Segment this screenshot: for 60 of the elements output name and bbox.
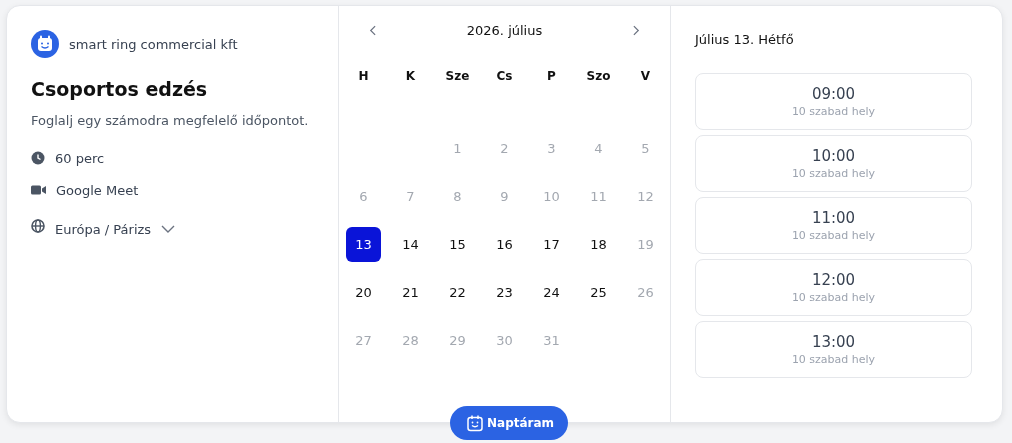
detail-text: 60 perc xyxy=(55,150,105,166)
time-slot[interactable]: 11:00 10 szabad hely xyxy=(695,197,972,254)
chevron-right-icon xyxy=(633,24,640,36)
my-calendar-button[interactable]: Naptáram xyxy=(450,406,569,440)
day-button: 27 xyxy=(346,322,381,358)
event-title: Csoportos edzés xyxy=(31,78,209,100)
selected-date: Július 13. Hétfő xyxy=(695,32,795,47)
month-title: 2026. július xyxy=(466,22,543,38)
day-button[interactable]: 17 xyxy=(534,226,569,262)
day-button: 10 xyxy=(534,178,569,214)
day-button: 6 xyxy=(346,178,381,214)
day-button[interactable]: 23 xyxy=(487,274,522,310)
day-button: 5 xyxy=(628,130,663,166)
time-slot[interactable]: 10:00 10 szabad hely xyxy=(695,135,972,192)
day-button: 3 xyxy=(534,130,569,166)
calendar-face-icon xyxy=(466,414,484,432)
day-button: 29 xyxy=(440,322,475,358)
video-camera-icon xyxy=(31,185,46,195)
day-button[interactable]: 13 xyxy=(346,226,381,262)
calendar-face-logo-icon xyxy=(31,30,59,58)
chevron-down-icon xyxy=(161,225,176,233)
day-button: 30 xyxy=(487,322,522,358)
day-button: 9 xyxy=(487,178,522,214)
day-button[interactable]: 14 xyxy=(393,226,428,262)
clock-icon xyxy=(31,151,45,165)
day-button[interactable]: 22 xyxy=(440,274,475,310)
detail-text: Google Meet xyxy=(56,182,139,198)
day-button[interactable]: 20 xyxy=(346,274,381,310)
chevron-left-icon xyxy=(369,24,376,36)
weekday-label: K xyxy=(405,69,416,83)
day-button[interactable]: 21 xyxy=(393,274,428,310)
time-slot[interactable]: 12:00 10 szabad hely xyxy=(695,259,972,316)
day-button[interactable]: 18 xyxy=(581,226,616,262)
day-button[interactable]: 25 xyxy=(581,274,616,310)
day-button: 31 xyxy=(534,322,569,358)
day-button: 1 xyxy=(440,130,475,166)
day-button: 11 xyxy=(581,178,616,214)
timezone-select[interactable]: Európa / Párizs xyxy=(55,221,176,237)
weekday-label: Szo xyxy=(586,69,611,83)
weekday-label: Cs xyxy=(496,69,513,83)
weekday-label: H xyxy=(358,69,369,83)
day-button[interactable]: 16 xyxy=(487,226,522,262)
day-button[interactable]: 24 xyxy=(534,274,569,310)
time-slot[interactable]: 13:00 10 szabad hely xyxy=(695,321,972,378)
time-slot[interactable]: 09:00 10 szabad hely xyxy=(695,73,972,130)
day-button: 7 xyxy=(393,178,428,214)
day-button[interactable]: 15 xyxy=(440,226,475,262)
event-description: Foglalj egy számodra megfelelő időpontot. xyxy=(31,113,310,128)
globe-icon xyxy=(31,219,45,233)
day-button: 19 xyxy=(628,226,663,262)
weekday-label: P xyxy=(547,69,556,83)
day-button: 4 xyxy=(581,130,616,166)
day-button: 26 xyxy=(628,274,663,310)
organizer-name: smart ring commercial kft xyxy=(69,36,238,52)
day-button: 28 xyxy=(393,322,428,358)
weekday-label: Sze xyxy=(445,69,470,83)
day-button: 12 xyxy=(628,178,663,214)
day-button: 8 xyxy=(440,178,475,214)
day-button: 2 xyxy=(487,130,522,166)
weekday-label: V xyxy=(640,69,651,83)
